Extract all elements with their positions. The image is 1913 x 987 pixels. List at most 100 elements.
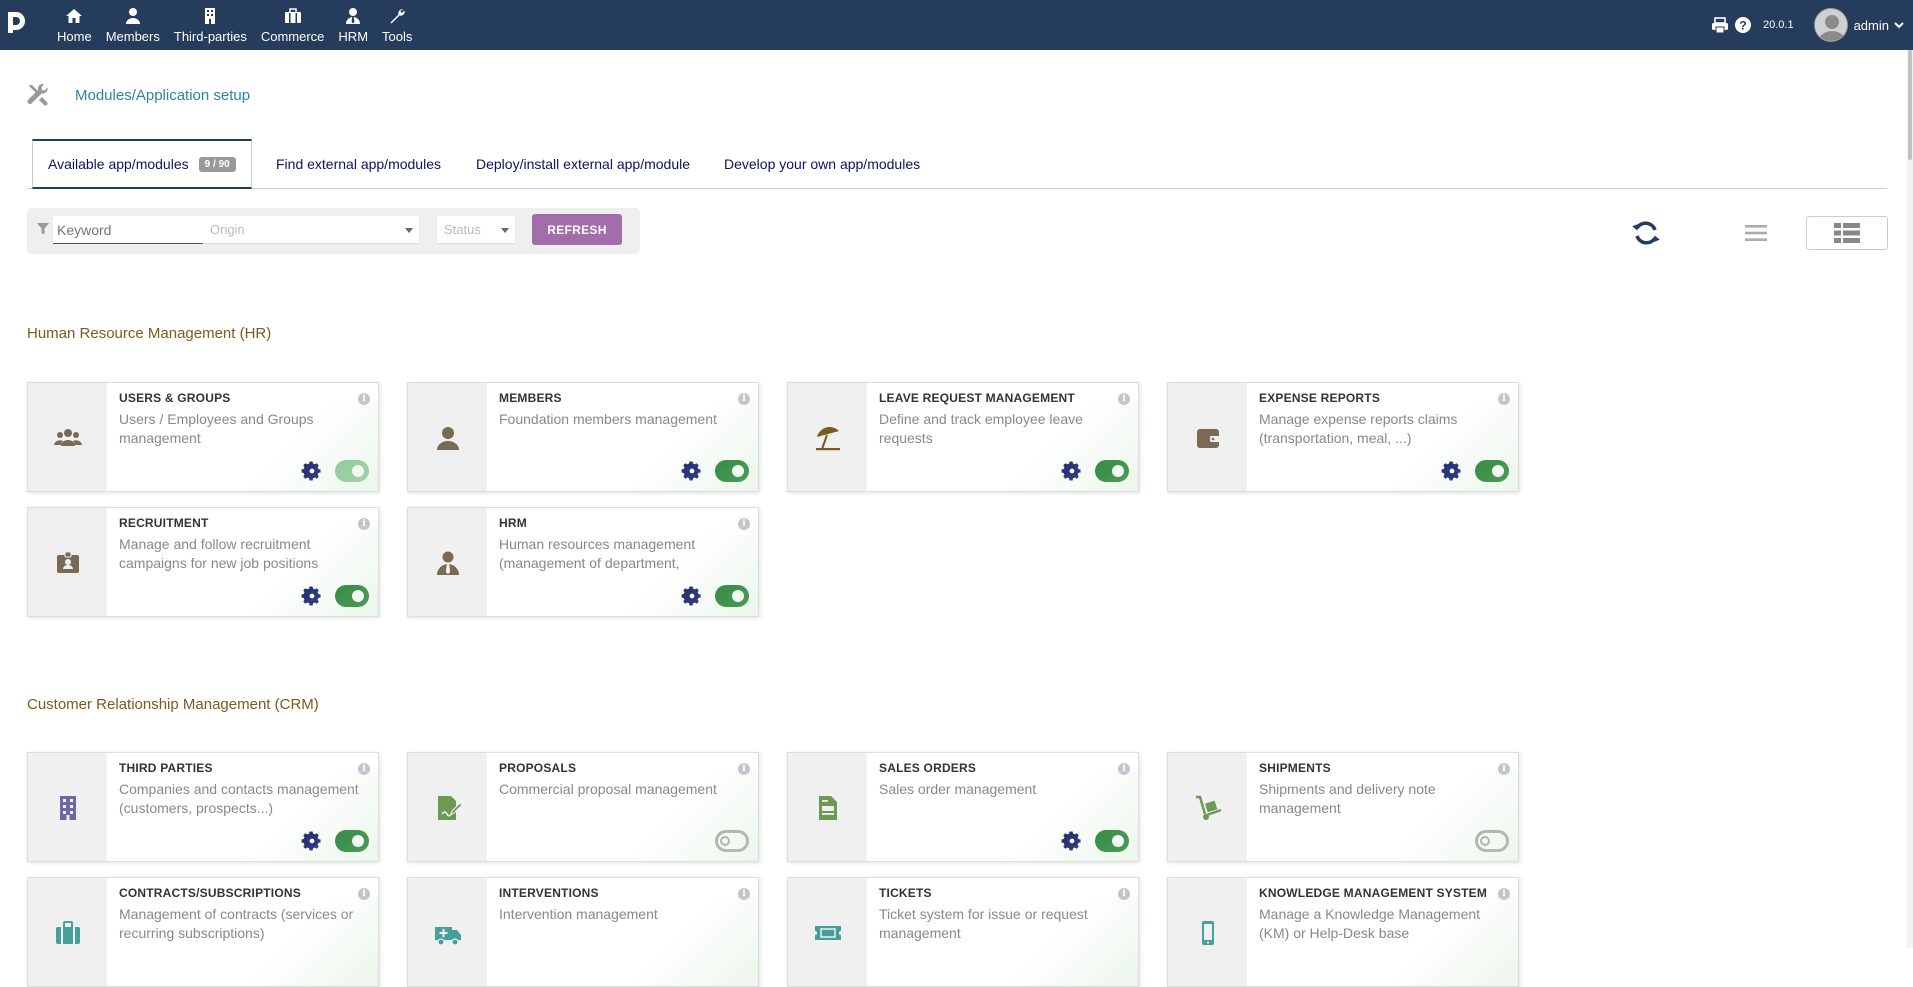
- module-description: Commercial proposal management: [499, 781, 717, 797]
- tab-deploy-external[interactable]: Deploy/install external app/module: [476, 139, 690, 189]
- info-icon[interactable]: i: [1498, 393, 1510, 405]
- module-title: THIRD PARTIES: [119, 761, 213, 775]
- module-card-interventions[interactable]: INTERVENTIONS Intervention management i: [407, 877, 759, 987]
- info-icon[interactable]: i: [1498, 888, 1510, 900]
- refresh-button[interactable]: REFRESH: [532, 214, 622, 245]
- module-card-recruitment[interactable]: RECRUITMENT Manage and follow recruitmen…: [27, 507, 379, 617]
- menu-item-commerce[interactable]: Commerce: [254, 0, 332, 50]
- menu-item-members[interactable]: Members: [99, 0, 167, 50]
- chevron-down-icon[interactable]: [1893, 19, 1905, 31]
- module-description: Users / Employees and Groups management: [119, 411, 314, 446]
- menu-item-third-parties[interactable]: Third-parties: [167, 0, 254, 50]
- toggle-knob: [1112, 835, 1124, 847]
- toggle-knob: [352, 835, 364, 847]
- module-card-knowledge-management-system[interactable]: KNOWLEDGE MANAGEMENT SYSTEM Manage a Kno…: [1167, 877, 1519, 987]
- gear-icon[interactable]: [1441, 460, 1463, 482]
- module-toggle[interactable]: [1475, 460, 1509, 482]
- module-card-users-groups[interactable]: USERS & GROUPS Users / Employees and Gro…: [27, 382, 379, 492]
- origin-select[interactable]: Origin: [203, 216, 419, 244]
- info-icon[interactable]: i: [738, 763, 750, 775]
- scrollbar-thumb[interactable]: [1908, 50, 1912, 160]
- info-icon[interactable]: i: [1118, 888, 1130, 900]
- info-icon[interactable]: i: [358, 763, 370, 775]
- toggle-knob: [732, 590, 744, 602]
- info-icon[interactable]: i: [738, 888, 750, 900]
- gear-icon[interactable]: [301, 460, 323, 482]
- module-icon-box: [788, 383, 867, 491]
- module-toggle[interactable]: [335, 460, 369, 482]
- module-title: TICKETS: [879, 886, 932, 900]
- gear-icon[interactable]: [301, 585, 323, 607]
- briefcase-icon: [284, 7, 301, 23]
- module-card-contracts-subscriptions[interactable]: CONTRACTS/SUBSCRIPTIONS Management of co…: [27, 877, 379, 987]
- info-icon[interactable]: i: [738, 393, 750, 405]
- tab-find-external[interactable]: Find external app/modules: [276, 139, 441, 189]
- module-toggle[interactable]: [715, 460, 749, 482]
- module-description: Management of contracts (services or rec…: [119, 906, 354, 941]
- toggle-knob: [732, 465, 744, 477]
- module-description: Manage expense reports claims (transport…: [1259, 411, 1458, 446]
- module-card-members[interactable]: MEMBERS Foundation members management i: [407, 382, 759, 492]
- wallet-icon: [1196, 429, 1220, 448]
- mobile-icon: [1201, 921, 1214, 945]
- module-toggle[interactable]: [335, 585, 369, 607]
- tab-available-modules[interactable]: Available app/modules 9 / 90: [32, 139, 252, 189]
- module-toggle[interactable]: [335, 830, 369, 852]
- module-count-badge: 9 / 90: [198, 156, 236, 172]
- gear-icon[interactable]: [681, 460, 703, 482]
- info-icon[interactable]: i: [1498, 763, 1510, 775]
- module-card-expense-reports[interactable]: EXPENSE REPORTS Manage expense reports c…: [1167, 382, 1519, 492]
- info-icon[interactable]: i: [1118, 763, 1130, 775]
- toggle-knob: [352, 590, 364, 602]
- menu-item-label: Members: [105, 28, 160, 44]
- module-title: LEAVE REQUEST MANAGEMENT: [879, 391, 1075, 405]
- info-icon[interactable]: i: [358, 888, 370, 900]
- kanban-view-button[interactable]: [1806, 216, 1888, 250]
- page-scrollbar[interactable]: [1907, 50, 1913, 948]
- user-name[interactable]: admin: [1854, 18, 1889, 33]
- module-description: Manage and follow recruitment campaigns …: [119, 536, 319, 571]
- menu-item-home[interactable]: Home: [50, 0, 99, 50]
- gear-icon[interactable]: [301, 830, 323, 852]
- module-toggle[interactable]: [1475, 830, 1509, 852]
- module-icon-box: [1168, 383, 1247, 491]
- module-card-hrm[interactable]: HRM Human resources management (manageme…: [407, 507, 759, 617]
- gear-icon[interactable]: [1061, 460, 1083, 482]
- dolly-icon: [1195, 795, 1221, 820]
- menu-item-tools[interactable]: Tools: [375, 0, 419, 50]
- ambulance-icon: [434, 927, 461, 946]
- keyword-input[interactable]: [53, 216, 215, 244]
- module-title: MEMBERS: [499, 391, 562, 405]
- module-card-leave-request-management[interactable]: LEAVE REQUEST MANAGEMENT Define and trac…: [787, 382, 1139, 492]
- print-icon[interactable]: [1711, 16, 1729, 34]
- dolibarr-logo-icon[interactable]: [5, 6, 31, 40]
- module-card-proposals[interactable]: PROPOSALS Commercial proposal management…: [407, 752, 759, 862]
- module-card-tickets[interactable]: TICKETS Ticket system for issue or reque…: [787, 877, 1139, 987]
- building-icon: [59, 796, 76, 820]
- module-toggle[interactable]: [1095, 460, 1129, 482]
- module-icon-box: [1168, 753, 1247, 861]
- module-description: Sales order management: [879, 781, 1037, 797]
- module-toggle[interactable]: [715, 830, 749, 852]
- user-avatar[interactable]: [1813, 8, 1848, 42]
- info-icon[interactable]: i: [738, 518, 750, 530]
- gear-icon[interactable]: [681, 585, 703, 607]
- menu-item-label: Tools: [382, 28, 413, 44]
- refresh-icon[interactable]: [1631, 218, 1661, 248]
- help-icon[interactable]: ?: [1734, 16, 1752, 34]
- kanban-view-icon: [1834, 223, 1860, 243]
- module-card-third-parties[interactable]: THIRD PARTIES Companies and contacts man…: [27, 752, 379, 862]
- list-view-icon[interactable]: [1744, 221, 1768, 245]
- module-toggle[interactable]: [715, 585, 749, 607]
- info-icon[interactable]: i: [358, 393, 370, 405]
- status-select[interactable]: Status: [437, 216, 515, 244]
- tab-develop-own[interactable]: Develop your own app/modules: [724, 139, 920, 189]
- info-icon[interactable]: i: [358, 518, 370, 530]
- module-card-shipments[interactable]: SHIPMENTS Shipments and delivery note ma…: [1167, 752, 1519, 862]
- origin-select-placeholder: Origin: [210, 222, 245, 237]
- gear-icon[interactable]: [1061, 830, 1083, 852]
- menu-item-hrm[interactable]: HRM: [331, 0, 375, 50]
- info-icon[interactable]: i: [1118, 393, 1130, 405]
- module-card-sales-orders[interactable]: SALES ORDERS Sales order management i: [787, 752, 1139, 862]
- module-toggle[interactable]: [1095, 830, 1129, 852]
